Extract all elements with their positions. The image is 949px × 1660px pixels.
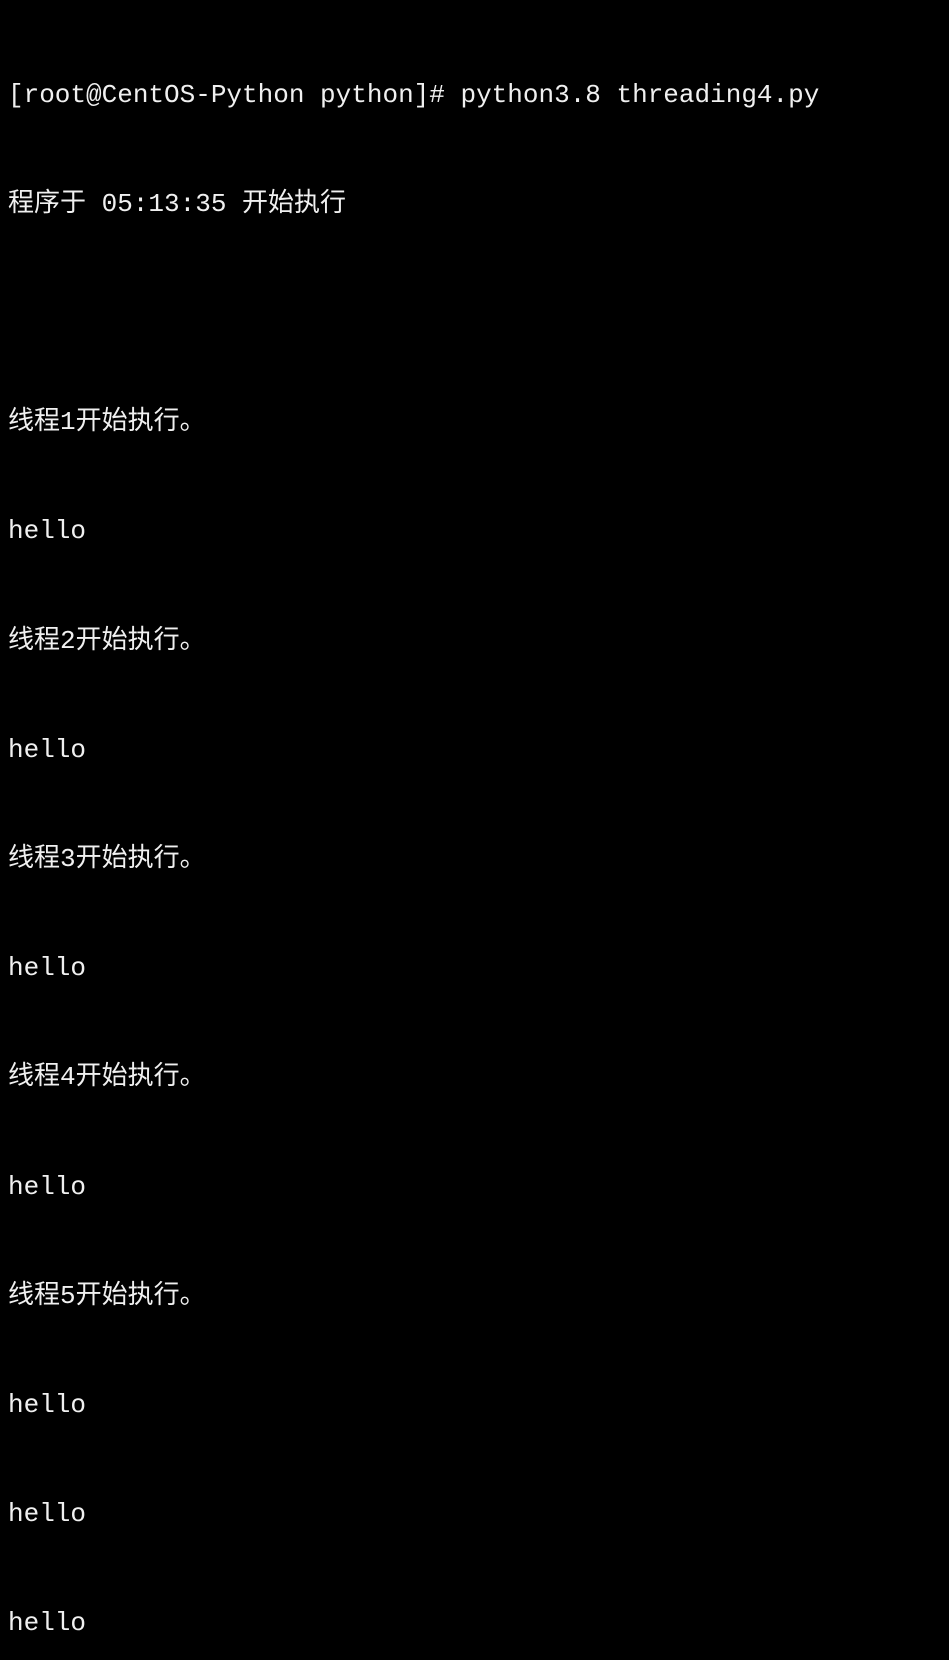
terminal-line: 线程3开始执行。 xyxy=(8,841,941,877)
terminal-line: hello xyxy=(8,513,941,549)
terminal-line: hello xyxy=(8,1496,941,1532)
terminal-line: hello xyxy=(8,950,941,986)
terminal-line: 程序于 05:13:35 开始执行 xyxy=(8,186,941,222)
terminal-line: 线程2开始执行。 xyxy=(8,623,941,659)
terminal-line: hello xyxy=(8,1169,941,1205)
terminal-line xyxy=(8,295,941,331)
terminal-line: 线程1开始执行。 xyxy=(8,404,941,440)
terminal-line: hello xyxy=(8,1605,941,1641)
terminal-line: hello xyxy=(8,732,941,768)
terminal-line: hello xyxy=(8,1387,941,1423)
terminal-line: 线程4开始执行。 xyxy=(8,1059,941,1095)
terminal-line: 线程5开始执行。 xyxy=(8,1278,941,1314)
terminal-output[interactable]: [root@CentOS-Python python]# python3.8 t… xyxy=(8,4,941,1660)
terminal-line: [root@CentOS-Python python]# python3.8 t… xyxy=(8,77,941,113)
